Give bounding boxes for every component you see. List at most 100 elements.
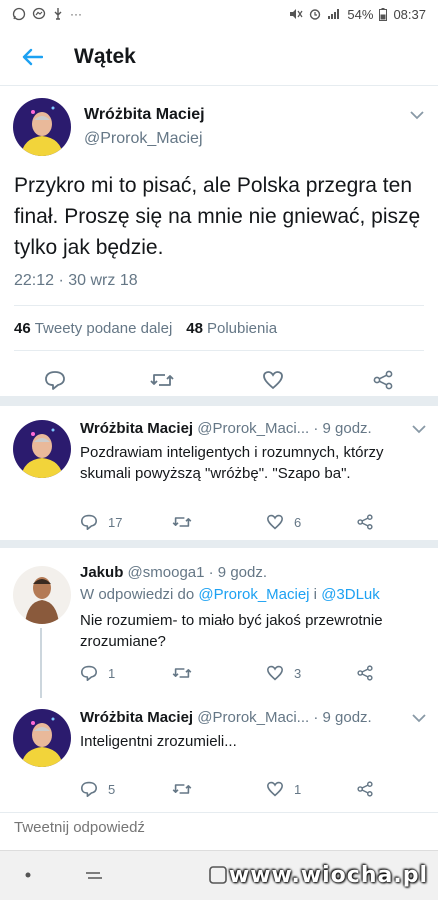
avatar-image bbox=[13, 709, 71, 767]
signal-icon bbox=[328, 9, 340, 19]
retweet-icon bbox=[172, 784, 192, 794]
mention-link[interactable]: @Prorok_Maciej bbox=[198, 586, 309, 603]
share-icon bbox=[357, 665, 373, 681]
retweet-button[interactable] bbox=[172, 665, 192, 681]
share-icon bbox=[373, 370, 393, 390]
reply-header: Jakub @smooga1 · 9 godz. bbox=[80, 564, 267, 581]
avatar[interactable] bbox=[13, 566, 71, 624]
like-count: 1 bbox=[294, 781, 302, 797]
whatsapp-icon bbox=[12, 7, 26, 21]
reply-button[interactable]: 1 bbox=[80, 665, 115, 681]
recent-apps-icon[interactable] bbox=[84, 865, 104, 885]
avatar[interactable] bbox=[13, 420, 71, 478]
likes-label: Polubienia bbox=[206, 320, 278, 337]
mention-link[interactable]: @3DLuk bbox=[321, 586, 380, 603]
reply-tweet[interactable]: Wróżbita Maciej @Prorok_Maci... · 9 godz… bbox=[0, 695, 438, 810]
likes-count: 48 bbox=[186, 320, 203, 337]
reply-text: Nie rozumiem- to miało być jakoś przewro… bbox=[80, 612, 383, 650]
battery-percent: 54% bbox=[347, 6, 374, 22]
share-button[interactable] bbox=[356, 665, 374, 681]
status-bar-left: ··· bbox=[12, 7, 82, 21]
like-button[interactable]: 3 bbox=[266, 665, 301, 681]
main-tweet[interactable]: Wróżbita Maciej @Prorok_Maciej Przykro m… bbox=[0, 86, 438, 406]
reply-time: · 9 godz. bbox=[208, 564, 268, 581]
avatar[interactable] bbox=[13, 98, 71, 156]
more-icon: ··· bbox=[70, 7, 82, 21]
avatar[interactable] bbox=[13, 709, 71, 767]
author-name[interactable]: Wróżbita Maciej bbox=[80, 709, 193, 726]
reply-text: Inteligentni zrozumieli... bbox=[80, 733, 237, 750]
section-gap bbox=[0, 540, 438, 548]
like-button[interactable] bbox=[262, 370, 284, 390]
reply-icon bbox=[81, 665, 97, 681]
author-name[interactable]: Wróżbita Maciej bbox=[80, 420, 193, 437]
alarm-icon bbox=[310, 9, 321, 20]
author-name[interactable]: Wróżbita Maciej bbox=[84, 106, 205, 124]
reply-input[interactable] bbox=[14, 819, 414, 836]
reply-button[interactable] bbox=[44, 370, 66, 390]
home-icon[interactable] bbox=[208, 865, 228, 885]
clock: 08:37 bbox=[393, 6, 426, 22]
thread-line bbox=[40, 628, 42, 698]
heart-icon bbox=[266, 514, 284, 530]
messenger-icon bbox=[32, 7, 46, 20]
retweet-button[interactable] bbox=[172, 781, 192, 797]
reply-to-line: W odpowiedzi do @Prorok_Maciej i @3DLuk bbox=[80, 586, 380, 603]
author-handle[interactable]: @Prorok_Maciej bbox=[84, 130, 203, 148]
author-name[interactable]: Jakub bbox=[80, 564, 123, 581]
retweet-icon bbox=[150, 374, 174, 386]
back-button[interactable] bbox=[20, 45, 44, 69]
retweet-button[interactable] bbox=[150, 370, 174, 390]
reply-count: 17 bbox=[108, 514, 123, 530]
reply-time: · 9 godz. bbox=[313, 420, 372, 437]
reply-header: Wróżbita Maciej @Prorok_Maci... · 9 godz… bbox=[80, 420, 372, 437]
heart-icon bbox=[266, 665, 284, 681]
chevron-down-icon[interactable] bbox=[412, 713, 426, 723]
avatar-image bbox=[13, 566, 71, 624]
reply-button[interactable]: 17 bbox=[80, 514, 122, 530]
reply-tweet[interactable]: Jakub @smooga1 · 9 godz. W odpowiedzi do… bbox=[0, 550, 438, 698]
back-arrow-icon bbox=[22, 48, 43, 65]
share-button[interactable] bbox=[356, 781, 374, 797]
divider bbox=[14, 305, 424, 306]
usb-icon bbox=[54, 8, 62, 20]
heart-icon bbox=[263, 371, 283, 390]
share-button[interactable] bbox=[372, 370, 394, 390]
reply-text: Pozdrawiam inteligentych i rozumnych, kt… bbox=[80, 444, 384, 482]
reply-icon bbox=[81, 781, 97, 797]
like-button[interactable]: 1 bbox=[266, 781, 301, 797]
nav-dot-icon[interactable] bbox=[24, 871, 32, 879]
reply-icon bbox=[81, 514, 97, 530]
reply-button[interactable]: 5 bbox=[80, 781, 115, 797]
avatar-image bbox=[13, 420, 71, 478]
reply-time: · 9 godz. bbox=[313, 709, 372, 726]
share-icon bbox=[357, 514, 373, 530]
retweets-label: Tweety podane dalej bbox=[34, 320, 173, 337]
avatar-image bbox=[13, 98, 71, 156]
author-handle[interactable]: @smooga1 bbox=[128, 564, 205, 581]
tweet-stats: 46 Tweety podane dalej 48 Polubienia bbox=[14, 320, 277, 337]
page-title: Wątek bbox=[74, 44, 136, 68]
retweet-button[interactable] bbox=[172, 514, 192, 530]
reply-count: 1 bbox=[108, 665, 116, 681]
watermark: www.wiocha.pl bbox=[228, 863, 428, 888]
chevron-down-icon[interactable] bbox=[412, 424, 426, 434]
retweets-count: 46 bbox=[14, 320, 31, 337]
reply-count: 5 bbox=[108, 781, 116, 797]
reply-to-and: i bbox=[313, 586, 318, 603]
author-handle[interactable]: @Prorok_Maci... bbox=[197, 420, 309, 437]
share-button[interactable] bbox=[356, 514, 374, 530]
tweet-timestamp[interactable]: 22:12 · 30 wrz 18 bbox=[14, 272, 138, 290]
like-button[interactable]: 6 bbox=[266, 514, 301, 530]
chevron-down-icon[interactable] bbox=[410, 110, 424, 120]
android-nav-bar: www.wiocha.pl bbox=[0, 850, 438, 900]
like-count: 6 bbox=[294, 514, 302, 530]
tweet-text: Przykro mi to pisać, ale Polska przegra … bbox=[14, 174, 421, 259]
author-handle[interactable]: @Prorok_Maci... bbox=[197, 709, 309, 726]
reply-tweet[interactable]: Wróżbita Maciej @Prorok_Maci... · 9 godz… bbox=[0, 406, 438, 538]
thread-header: Wątek bbox=[0, 28, 438, 86]
likes-stat[interactable]: 48 Polubienia bbox=[186, 320, 277, 337]
like-count: 3 bbox=[294, 665, 302, 681]
share-icon bbox=[357, 781, 373, 797]
retweets-stat[interactable]: 46 Tweety podane dalej bbox=[14, 320, 172, 337]
